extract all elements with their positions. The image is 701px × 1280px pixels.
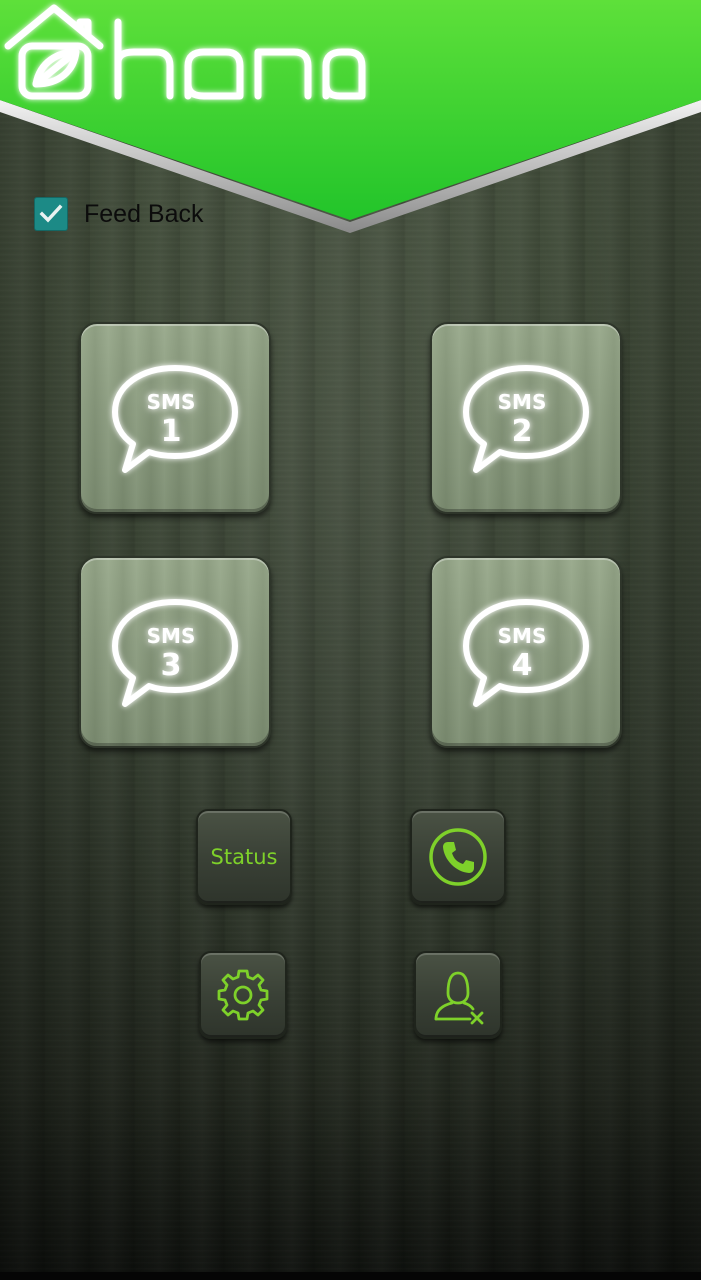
- gear-icon: [217, 969, 269, 1021]
- feedback-checkbox[interactable]: [34, 197, 68, 231]
- brand-name: hana: [0, 0, 3, 1]
- status-button[interactable]: Status: [196, 809, 292, 905]
- app-screen: hana Feed Back SMS 1 SMS 2 SMS 3 SMS 4 S…: [0, 0, 701, 1280]
- sms-3-label: SMS: [146, 624, 196, 648]
- check-icon: [39, 204, 63, 223]
- sms-2-label: SMS: [497, 390, 547, 414]
- remove-user-icon: [434, 971, 484, 1025]
- feedback-label: Feed Back: [84, 199, 204, 228]
- sms-4-label: SMS: [497, 624, 547, 648]
- sms-2-button[interactable]: SMS 2: [430, 322, 622, 514]
- hana-logo: hana: [0, 0, 366, 100]
- phone-icon: [429, 828, 487, 886]
- settings-button[interactable]: [199, 951, 287, 1039]
- system-nav-bar: [0, 1272, 701, 1280]
- remove-user-button[interactable]: [414, 951, 502, 1039]
- sms-3-number: 3: [160, 648, 182, 683]
- call-button[interactable]: [410, 809, 506, 905]
- sms-4-button[interactable]: SMS 4: [430, 556, 622, 748]
- sms-4-number: 4: [511, 648, 533, 683]
- status-label: Status: [210, 845, 278, 869]
- sms-1-number: 1: [160, 414, 182, 449]
- sms-3-button[interactable]: SMS 3: [79, 556, 271, 748]
- sms-2-number: 2: [511, 414, 533, 449]
- sms-1-button[interactable]: SMS 1: [79, 322, 271, 514]
- feedback-option[interactable]: Feed Back: [34, 195, 204, 233]
- sms-1-label: SMS: [146, 390, 196, 414]
